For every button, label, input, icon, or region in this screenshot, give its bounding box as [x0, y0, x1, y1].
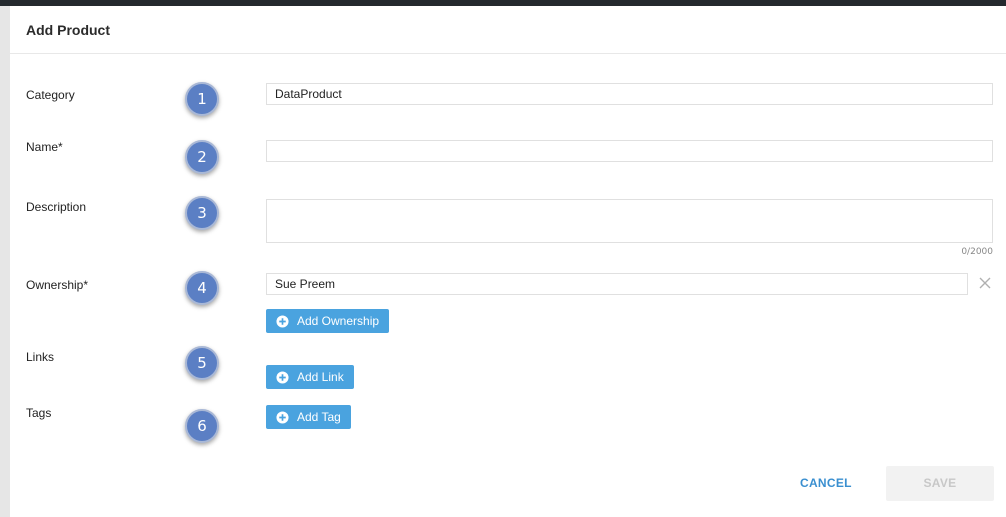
ownership-field[interactable]: [266, 273, 968, 295]
cancel-button[interactable]: CANCEL: [800, 476, 852, 490]
step-badge-2: 2: [185, 140, 219, 174]
plus-circle-icon: [276, 370, 289, 384]
category-label: Category: [26, 88, 75, 102]
description-char-counter: 0/2000: [961, 247, 993, 257]
add-product-dialog: Add Product Category 1 Name* 2 Descripti…: [10, 6, 1006, 517]
name-label: Name*: [26, 140, 63, 154]
category-field[interactable]: [266, 83, 993, 105]
background-strip: [0, 6, 10, 517]
dialog-header: Add Product: [10, 6, 1006, 54]
step-badge-6: 6: [185, 409, 219, 443]
step-badge-3: 3: [185, 196, 219, 230]
close-icon[interactable]: [978, 276, 992, 290]
add-link-button[interactable]: Add Link: [266, 365, 354, 389]
plus-circle-icon: [276, 410, 289, 424]
name-field[interactable]: [266, 140, 993, 162]
step-badge-4: 4: [185, 271, 219, 305]
ownership-label: Ownership*: [26, 278, 89, 292]
add-link-label: Add Link: [297, 370, 344, 384]
dialog-title: Add Product: [26, 22, 110, 38]
step-badge-1: 1: [185, 82, 219, 116]
add-tag-label: Add Tag: [297, 410, 341, 424]
save-button[interactable]: SAVE: [886, 466, 994, 501]
links-label: Links: [26, 350, 55, 364]
tags-label: Tags: [26, 406, 52, 420]
description-field[interactable]: [266, 199, 993, 243]
plus-circle-icon: [276, 314, 289, 328]
description-label: Description: [26, 200, 87, 214]
add-ownership-button[interactable]: Add Ownership: [266, 309, 390, 333]
add-ownership-label: Add Ownership: [297, 314, 380, 328]
add-tag-button[interactable]: Add Tag: [266, 405, 351, 429]
step-badge-5: 5: [185, 346, 219, 380]
